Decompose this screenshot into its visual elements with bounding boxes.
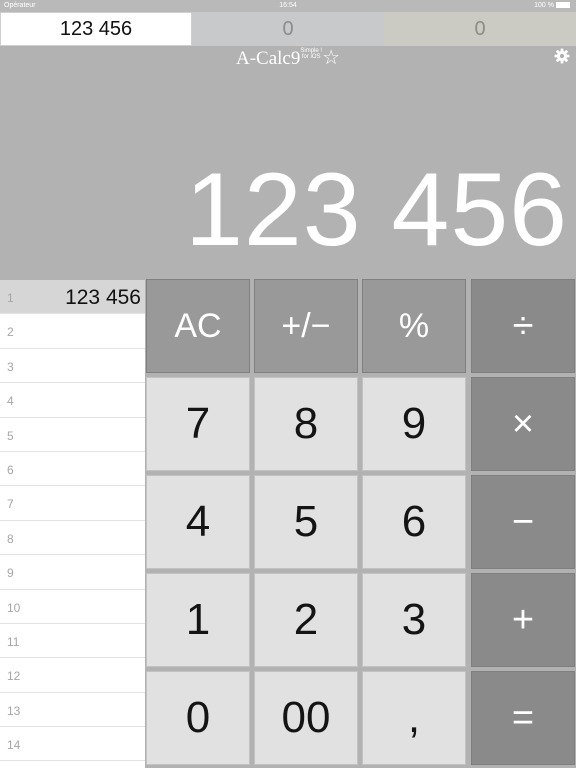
row-number: 11 bbox=[7, 634, 20, 649]
row-number: 12 bbox=[7, 669, 21, 684]
digit-4-button[interactable]: 4 bbox=[146, 475, 250, 569]
battery-indicator: 100 % bbox=[534, 2, 570, 9]
history-row[interactable]: 14 bbox=[0, 727, 145, 762]
digit-2-button[interactable]: 2 bbox=[254, 573, 358, 667]
row-number: 10 bbox=[7, 600, 21, 615]
divide-button[interactable]: ÷ bbox=[471, 279, 575, 373]
row-number: 3 bbox=[7, 359, 14, 374]
row-number: 13 bbox=[7, 703, 21, 718]
multiply-button[interactable]: × bbox=[471, 377, 575, 471]
row-number: 9 bbox=[7, 566, 14, 581]
digit-0-button[interactable]: 0 bbox=[146, 671, 250, 765]
toggle-sign-button[interactable]: +/− bbox=[254, 279, 358, 373]
history-row[interactable]: 3 bbox=[0, 349, 145, 384]
history-row[interactable]: 4 bbox=[0, 383, 145, 418]
star-icon: ☆ bbox=[322, 47, 340, 69]
history-row[interactable]: 11 bbox=[0, 624, 145, 659]
double-zero-button[interactable]: 00 bbox=[254, 671, 358, 765]
row-number: 6 bbox=[7, 462, 14, 477]
digit-6-button[interactable]: 6 bbox=[362, 475, 466, 569]
digit-7-button[interactable]: 7 bbox=[146, 377, 250, 471]
history-row[interactable]: 6 bbox=[0, 452, 145, 487]
history-list: 1 123 456 2 3 4 5 6 7 8 9 10 11 12 13 14 bbox=[0, 280, 145, 768]
battery-percent: 100 % bbox=[534, 2, 554, 9]
digit-1-button[interactable]: 1 bbox=[146, 573, 250, 667]
history-row[interactable]: 5 bbox=[0, 418, 145, 452]
digit-3-button[interactable]: 3 bbox=[362, 573, 466, 667]
digit-9-button[interactable]: 9 bbox=[362, 377, 466, 471]
app-tagline: Simple ! for iOS bbox=[300, 48, 323, 60]
history-row[interactable]: 9 bbox=[0, 555, 145, 590]
history-row[interactable]: 2 bbox=[0, 314, 145, 349]
plus-button[interactable]: + bbox=[471, 573, 575, 667]
memory-tab-2[interactable]: 0 bbox=[192, 12, 384, 46]
history-row[interactable]: 12 bbox=[0, 658, 145, 693]
keypad: AC +/− % ÷ 7 8 9 × 4 5 6 − 1 2 3 + 0 00 … bbox=[145, 278, 576, 768]
digit-5-button[interactable]: 5 bbox=[254, 475, 358, 569]
gear-icon[interactable] bbox=[554, 48, 570, 64]
row-number: 5 bbox=[7, 428, 14, 443]
row-value: 123 456 bbox=[65, 286, 141, 309]
battery-icon bbox=[556, 2, 570, 8]
row-number: 7 bbox=[7, 497, 14, 512]
app-logo: A-Calc9Simple ! for iOS☆ bbox=[0, 48, 576, 68]
all-clear-button[interactable]: AC bbox=[146, 279, 250, 373]
equals-button[interactable]: = bbox=[471, 671, 575, 765]
history-row[interactable]: 7 bbox=[0, 486, 145, 521]
row-number: 14 bbox=[7, 738, 21, 753]
minus-button[interactable]: − bbox=[471, 475, 575, 569]
history-row[interactable]: 10 bbox=[0, 590, 145, 624]
memory-tabs: 123 456 0 0 bbox=[0, 12, 576, 46]
app-name: A-Calc9 bbox=[236, 48, 301, 69]
row-number: 4 bbox=[7, 394, 14, 409]
history-row[interactable]: 13 bbox=[0, 693, 145, 728]
decimal-comma-button[interactable]: , bbox=[362, 671, 466, 765]
row-number: 1 bbox=[7, 291, 14, 305]
digit-8-button[interactable]: 8 bbox=[254, 377, 358, 471]
result-display: 123 456 bbox=[185, 152, 568, 268]
memory-tab-3[interactable]: 0 bbox=[384, 12, 576, 46]
percent-button[interactable]: % bbox=[362, 279, 466, 373]
memory-tab-1[interactable]: 123 456 bbox=[0, 12, 192, 46]
row-number: 8 bbox=[7, 531, 14, 546]
history-row[interactable]: 8 bbox=[0, 521, 145, 556]
status-bar: Opérateur 16:54 100 % bbox=[0, 0, 576, 12]
history-row[interactable]: 1 123 456 bbox=[0, 280, 145, 315]
row-number: 2 bbox=[7, 325, 14, 340]
clock: 16:54 bbox=[279, 2, 297, 9]
